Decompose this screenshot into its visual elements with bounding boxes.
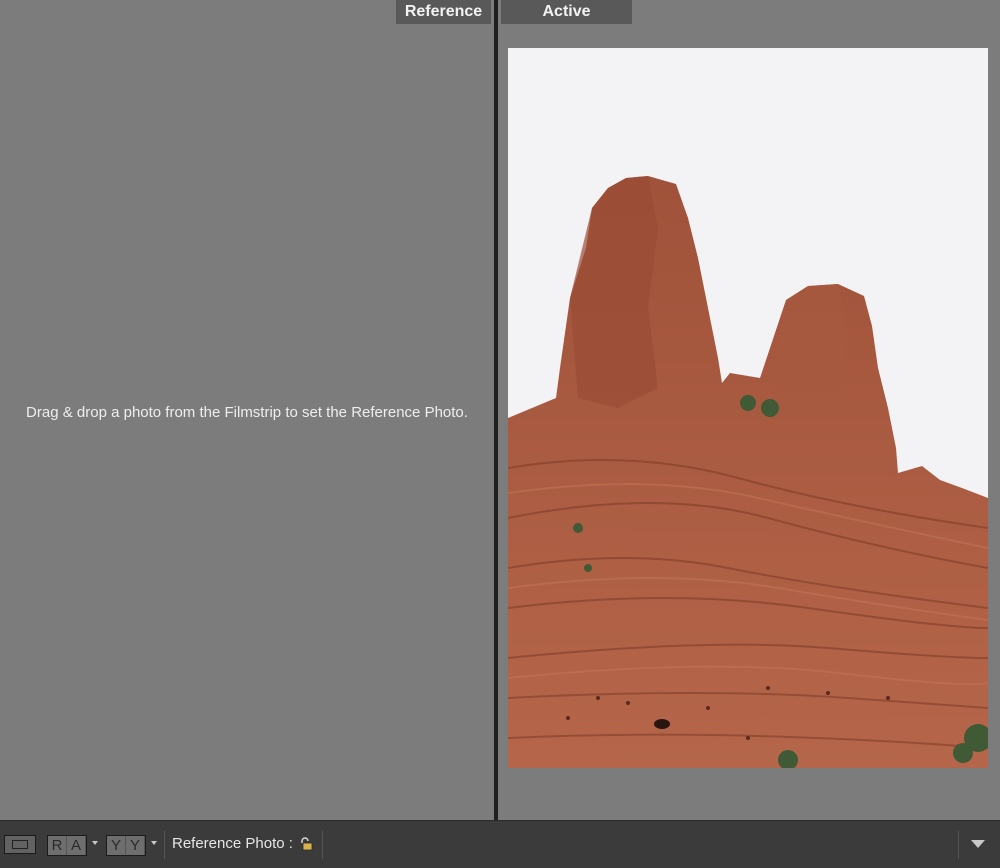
yy-dropdown-caret-icon[interactable] [151,841,157,845]
active-photo[interactable] [508,48,988,768]
y-letter-right: Y [126,836,145,855]
drop-message: Drag & drop a photo from the Filmstrip t… [26,404,468,421]
reference-active-view-button[interactable]: R A [47,835,87,856]
active-pane[interactable]: Active [498,0,1000,820]
toolbar-separator [164,831,165,859]
unlocked-padlock-icon[interactable] [299,837,313,851]
ra-dropdown-caret-icon[interactable] [92,841,98,845]
chevron-down-icon[interactable] [971,840,985,848]
loupe-view-icon[interactable] [4,835,36,854]
reference-photo-label: Reference Photo : [172,835,293,852]
reference-tab: Reference [396,0,491,24]
toolbar-separator [958,831,959,859]
active-tab: Active [501,0,632,24]
toolbar-separator [322,831,323,859]
a-letter: A [67,836,86,855]
bottom-toolbar: R A Y Y Reference Photo : [0,820,1000,868]
rock-formation-image [508,48,988,768]
y-letter-left: Y [107,836,126,855]
r-letter: R [48,836,67,855]
before-after-view-button[interactable]: Y Y [106,835,146,856]
reference-pane[interactable]: Reference Drag & drop a photo from the F… [0,0,494,820]
